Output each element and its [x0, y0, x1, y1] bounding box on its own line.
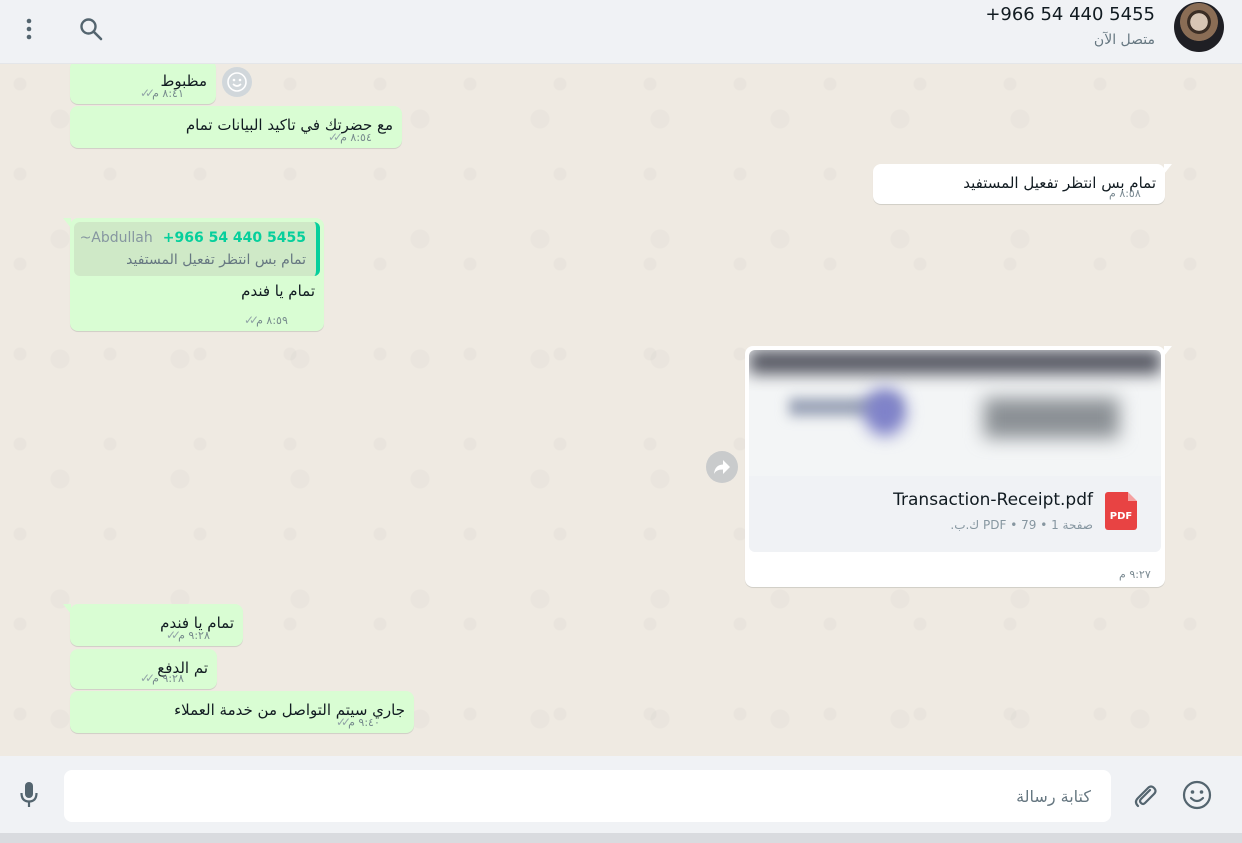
kebab-menu-icon[interactable]	[12, 12, 46, 46]
pdf-file-icon: PDF	[1105, 492, 1137, 530]
chat-area[interactable]: مظبوط ٨:٤١ م ✓✓ مع حضرتك في تاكيد البيان…	[0, 64, 1242, 756]
document-file-name: Transaction-Receipt.pdf	[893, 490, 1093, 510]
message-bubble-outgoing[interactable]: +966 54 440 5455 ~Abdullah تمام بس انتظر…	[63, 218, 324, 331]
smiley-icon	[227, 72, 247, 92]
message-bubble-incoming[interactable]: تمام بس انتظر تفعيل المستفيد ٨:٥٨ م	[873, 164, 1172, 204]
paperclip-icon[interactable]	[1128, 778, 1162, 812]
message-time: ٨:٤١ م	[152, 86, 184, 100]
double-check-icon: ✓✓	[244, 313, 259, 327]
search-icon[interactable]	[74, 12, 108, 46]
document-preview[interactable]	[749, 350, 1161, 476]
message-bubble-outgoing[interactable]: تم الدفع ٩:٢٨ م ✓✓	[70, 649, 217, 689]
quoted-sender-alias: ~Abdullah	[79, 230, 153, 246]
double-check-icon: ✓✓	[166, 628, 181, 642]
message-time: ٨:٥٤ م	[340, 130, 372, 144]
document-file-info: صفحة 1 • PDF • 79 ك.ب.	[950, 518, 1093, 532]
message-time: ٩:٢٨ م	[178, 628, 210, 642]
double-check-icon: ✓✓	[140, 671, 155, 685]
quoted-text: تمام بس انتظر تفعيل المستفيد	[126, 252, 306, 268]
message-text: تمام يا فندم	[160, 614, 234, 632]
message-meta: ٩:٢٨ م ✓✓	[140, 671, 184, 685]
message-input[interactable]	[64, 770, 1111, 822]
contact-status: متصل الآن	[1093, 32, 1155, 48]
message-meta: ٩:٢٧ م	[1119, 568, 1151, 581]
message-meta: ٩:٢٨ م ✓✓	[166, 628, 210, 642]
document-card[interactable]: PDF Transaction-Receipt.pdf صفحة 1 • PDF…	[749, 476, 1161, 552]
message-time: ٩:٢٧ م	[1119, 568, 1151, 581]
message-time: ٩:٤٠ م	[348, 715, 380, 729]
double-check-icon: ✓✓	[140, 86, 155, 100]
emoji-icon[interactable]	[1180, 778, 1214, 812]
quoted-message[interactable]: +966 54 440 5455 ~Abdullah تمام بس انتظر…	[74, 222, 320, 276]
message-meta: ٨:٤١ م ✓✓	[140, 86, 184, 100]
message-meta: ٨:٥٩ م ✓✓	[244, 313, 288, 327]
chat-header: +966 54 440 5455 متصل الآن	[0, 0, 1242, 64]
window-bottom-edge	[0, 833, 1242, 843]
message-bubble-outgoing[interactable]: مع حضرتك في تاكيد البيانات تمام ٨:٥٤ م ✓…	[70, 106, 402, 148]
message-time: ٩:٢٨ م	[152, 671, 184, 685]
message-text: تمام يا فندم	[241, 282, 315, 300]
message-bubble-outgoing[interactable]: مظبوط ٨:٤١ م ✓✓	[70, 64, 216, 104]
message-bubble-outgoing[interactable]: جاري سيتم التواصل من خدمة العملاء ٩:٤٠ م…	[70, 691, 414, 733]
message-composer	[0, 756, 1242, 833]
forward-button[interactable]	[706, 451, 738, 483]
message-time: ٨:٥٨ م	[1109, 187, 1141, 200]
document-message-bubble[interactable]: PDF Transaction-Receipt.pdf صفحة 1 • PDF…	[745, 346, 1172, 587]
message-meta: ٨:٥٨ م	[1109, 187, 1141, 200]
message-meta: ٨:٥٤ م ✓✓	[328, 130, 372, 144]
message-time: ٨:٥٩ م	[256, 313, 288, 327]
emoji-react-button[interactable]	[222, 67, 252, 97]
microphone-icon[interactable]	[12, 778, 46, 812]
message-meta: ٩:٤٠ م ✓✓	[336, 715, 380, 729]
double-check-icon: ✓✓	[328, 130, 343, 144]
forward-arrow-icon	[714, 460, 730, 474]
avatar[interactable]	[1174, 2, 1224, 52]
quoted-sender-number: +966 54 440 5455	[162, 230, 306, 246]
contact-name[interactable]: +966 54 440 5455	[985, 4, 1155, 25]
message-bubble-outgoing[interactable]: تمام يا فندم ٩:٢٨ م ✓✓	[63, 604, 243, 646]
double-check-icon: ✓✓	[336, 715, 351, 729]
